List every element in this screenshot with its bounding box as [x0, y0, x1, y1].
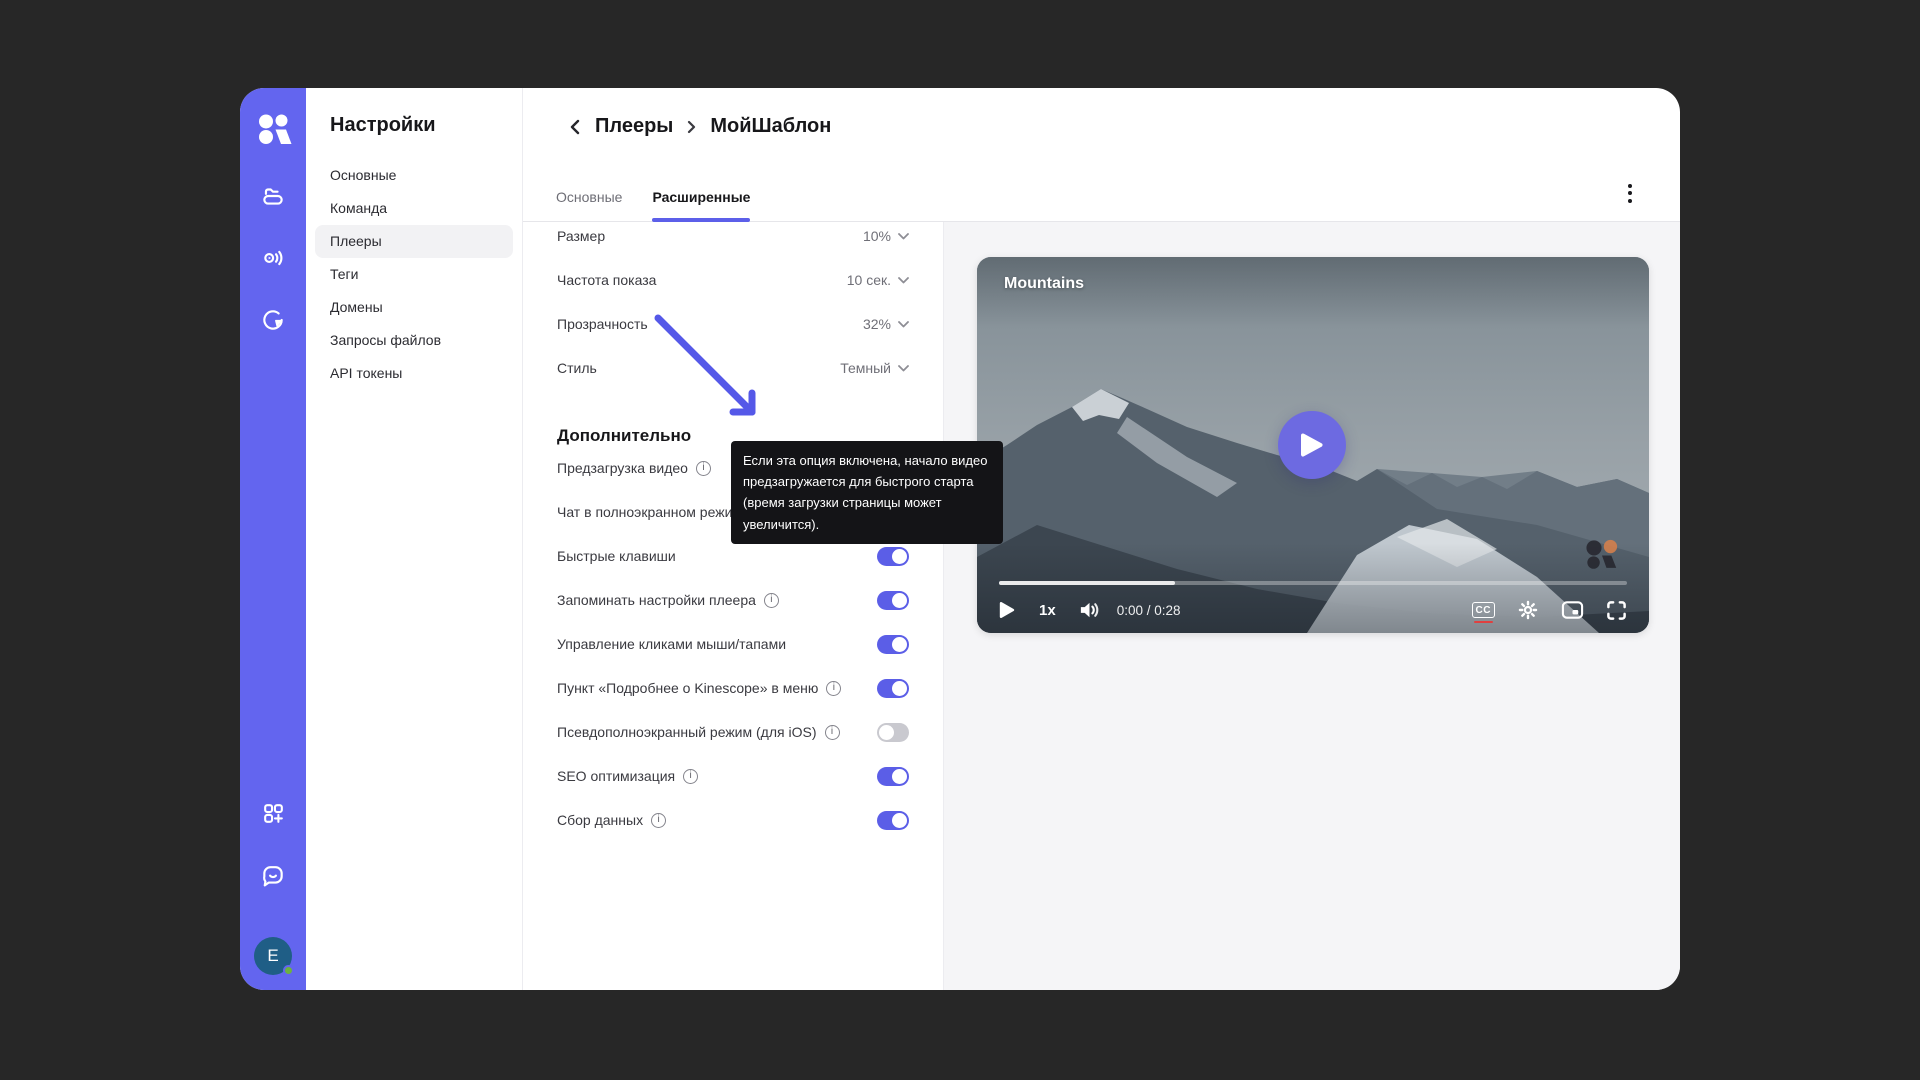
info-icon[interactable]: i	[651, 813, 666, 828]
toggle-switch[interactable]	[877, 635, 909, 654]
toggle-label: Быстрые клавиши	[557, 548, 676, 564]
player-preview-area: Mountains	[944, 222, 1680, 990]
video-library-icon[interactable]	[253, 176, 293, 216]
sidebar-title: Настройки	[306, 114, 522, 159]
captions-icon[interactable]: CC	[1472, 602, 1495, 618]
breadcrumb: Плееры МойШаблон	[523, 88, 1680, 165]
big-play-button[interactable]	[1278, 411, 1346, 479]
info-icon[interactable]: i	[683, 769, 698, 784]
sidebar-item-pleery[interactable]: Плееры	[315, 225, 513, 258]
avatar-initial: E	[267, 946, 278, 966]
app-window: E Настройки Основные Команда Плееры Теги…	[240, 88, 1680, 990]
setting-label: Частота показа	[557, 272, 656, 288]
toggle-row-click-control: Управление кликами мыши/тапамиi	[557, 622, 909, 666]
setting-value: 10%	[863, 228, 891, 244]
player-settings-panel: Размер 10% Частота показа 10 сек. Прозра…	[523, 222, 944, 990]
setting-label: Размер	[557, 228, 605, 244]
apps-add-icon[interactable]	[253, 793, 293, 833]
tab-osnovnye[interactable]: Основные	[556, 189, 622, 221]
tab-rasshirennye[interactable]: Расширенные	[652, 189, 750, 221]
toggle-switch[interactable]	[877, 767, 909, 786]
setting-row-chastota: Частота показа 10 сек.	[557, 258, 909, 302]
toggle-switch[interactable]	[877, 547, 909, 566]
info-icon[interactable]: i	[826, 681, 841, 696]
sidebar-item-domeny[interactable]: Домены	[315, 291, 513, 324]
volume-icon[interactable]	[1078, 600, 1101, 620]
player-controls: 1x 0:00 / 0:28	[977, 571, 1649, 633]
sidebar-item-api-tokeny[interactable]: API токены	[315, 357, 513, 390]
kebab-menu-icon[interactable]	[1616, 179, 1644, 207]
setting-row-stil: Стиль Темный	[557, 346, 909, 390]
tab-bar: Основные Расширенные	[523, 165, 1680, 222]
settings-gear-icon[interactable]	[1517, 599, 1539, 621]
back-chevron-icon[interactable]	[568, 118, 582, 136]
toggle-label: Чат в полноэкранном режиме	[557, 504, 750, 520]
toggle-label: Предзагрузка видео	[557, 460, 688, 476]
breadcrumb-parent[interactable]: Плееры	[595, 115, 673, 138]
tooltip: Если эта опция включена, начало видео пр…	[731, 441, 1003, 544]
toggle-row-pseudo-fullscreen: Псевдополноэкранный режим (для iOS) i	[557, 710, 909, 754]
toggle-row-seo: SEO оптимизация i	[557, 754, 909, 798]
live-stream-icon[interactable]	[253, 238, 293, 278]
sidebar-item-osnovnye[interactable]: Основные	[315, 159, 513, 192]
play-icon[interactable]	[999, 601, 1015, 619]
breadcrumb-separator-icon	[686, 119, 697, 135]
content-body: Размер 10% Частота показа 10 сек. Прозра…	[523, 222, 1680, 990]
toggle-row-data-collection: Сбор данных i	[557, 798, 909, 842]
kinescope-logo-icon[interactable]	[253, 110, 293, 150]
buffered-segment	[999, 581, 1175, 585]
chevron-down-icon	[898, 277, 909, 284]
chevron-down-icon	[898, 365, 909, 372]
setting-select[interactable]: 10 сек.	[847, 272, 909, 288]
icon-rail: E	[240, 88, 306, 990]
toggle-label: Запоминать настройки плеера	[557, 592, 756, 608]
online-status-dot	[283, 965, 294, 976]
sidebar-item-tegi[interactable]: Теги	[315, 258, 513, 291]
toggle-label: Псевдополноэкранный режим (для iOS)	[557, 724, 817, 740]
setting-value: 10 сек.	[847, 272, 891, 288]
sidebar-list: Основные Команда Плееры Теги Домены Запр…	[306, 159, 522, 390]
toggle-switch[interactable]	[877, 811, 909, 830]
setting-select[interactable]: 32%	[863, 316, 909, 332]
main-content: Плееры МойШаблон Основные Расширенные Ра…	[523, 88, 1680, 990]
toggle-row-remember-settings: Запоминать настройки плеера i	[557, 578, 909, 622]
toggle-label: SEO оптимизация	[557, 768, 675, 784]
setting-row-prozrachnost: Прозрачность 32%	[557, 302, 909, 346]
progress-bar[interactable]	[999, 581, 1627, 585]
fullscreen-icon[interactable]	[1606, 600, 1627, 621]
setting-label: Стиль	[557, 360, 597, 376]
kinescope-watermark-logo-icon	[1584, 539, 1620, 571]
toggle-label: Пункт «Подробнее о Kinescope» в меню	[557, 680, 818, 696]
sidebar-item-zaprosy-failov[interactable]: Запросы файлов	[315, 324, 513, 357]
support-chat-icon[interactable]	[253, 855, 293, 895]
setting-value: 32%	[863, 316, 891, 332]
toggle-switch[interactable]	[877, 679, 909, 698]
recordings-icon[interactable]	[253, 300, 293, 340]
avatar[interactable]: E	[254, 937, 292, 975]
time-display: 0:00 / 0:28	[1117, 603, 1181, 618]
setting-label: Прозрачность	[557, 316, 648, 332]
toggle-switch[interactable]	[877, 723, 909, 742]
toggle-label: Сбор данных	[557, 812, 643, 828]
setting-value: Темный	[840, 360, 891, 376]
setting-select[interactable]: 10%	[863, 228, 909, 244]
toggle-switch[interactable]	[877, 591, 909, 610]
info-icon[interactable]: i	[825, 725, 840, 740]
chevron-down-icon	[898, 321, 909, 328]
pip-icon[interactable]	[1561, 600, 1584, 620]
tooltip-text: Если эта опция включена, начало видео пр…	[743, 453, 987, 532]
setting-select[interactable]: Темный	[840, 360, 909, 376]
video-player[interactable]: Mountains	[977, 257, 1649, 633]
info-icon[interactable]: i	[696, 461, 711, 476]
toggle-row-about-kinescope: Пункт «Подробнее о Kinescope» в меню i	[557, 666, 909, 710]
info-icon[interactable]: i	[764, 593, 779, 608]
breadcrumb-current: МойШаблон	[710, 115, 831, 138]
video-title: Mountains	[1004, 275, 1084, 293]
toggle-label: Управление кликами мыши/тапами	[557, 636, 786, 652]
sidebar-item-komanda[interactable]: Команда	[315, 192, 513, 225]
playback-speed[interactable]: 1x	[1039, 602, 1056, 619]
chevron-down-icon	[898, 233, 909, 240]
settings-sidebar: Настройки Основные Команда Плееры Теги Д…	[306, 88, 523, 990]
